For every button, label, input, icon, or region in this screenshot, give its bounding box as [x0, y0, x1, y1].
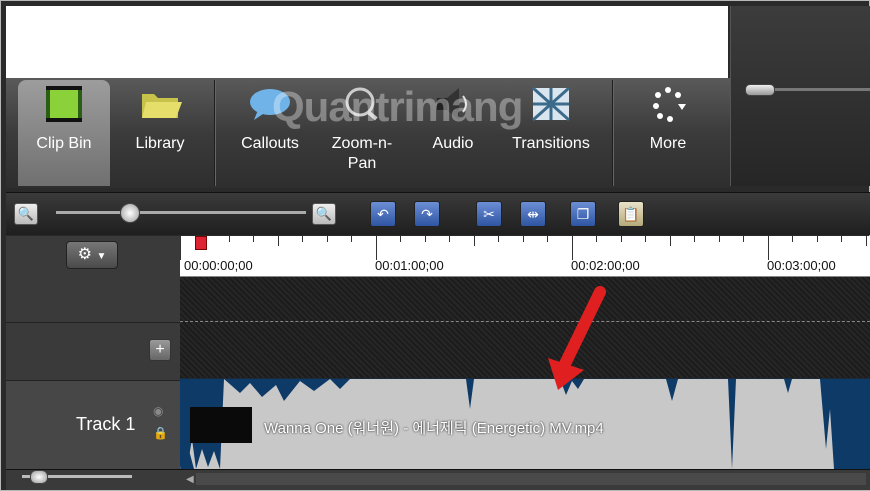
scroll-left-icon[interactable]: ◀: [186, 474, 194, 485]
properties-panel: [730, 6, 870, 186]
more-dots-icon: [653, 87, 686, 122]
paste-button[interactable]: 📋: [618, 201, 644, 227]
film-strip-icon: [46, 86, 82, 122]
playhead[interactable]: [195, 236, 207, 250]
split-button[interactable]: ⇹: [520, 201, 546, 227]
clip-thumbnail: [190, 407, 252, 443]
redo-button[interactable]: ↷: [414, 201, 440, 227]
tab-library-label: Library: [135, 135, 185, 152]
zoom-out-button[interactable]: 🔍: [14, 203, 38, 225]
ruler-label: 00:03:00;00: [767, 258, 836, 273]
preview-area: [6, 6, 728, 80]
tab-more[interactable]: More: [626, 80, 710, 186]
tab-callouts-label: Callouts: [241, 135, 299, 152]
properties-slider-knob[interactable]: [745, 84, 775, 96]
tab-clip-bin-label: Clip Bin: [36, 135, 92, 152]
zoom-in-button[interactable]: 🔍: [312, 203, 336, 225]
track-drop-guide: [180, 321, 870, 322]
add-track-button[interactable]: +: [149, 339, 171, 361]
track-name: Track 1: [76, 414, 136, 434]
toolbar-divider: [612, 80, 614, 186]
tab-more-label: More: [649, 135, 687, 152]
plus-icon: +: [155, 341, 165, 358]
track-divider: [6, 322, 180, 323]
cut-button[interactable]: ✂: [476, 201, 502, 227]
undo-button[interactable]: ↶: [370, 201, 396, 227]
timeline-zoom-slider-knob[interactable]: [120, 203, 140, 223]
tab-audio-label: Audio: [432, 135, 474, 152]
eye-icon[interactable]: ◉: [153, 404, 163, 418]
audio-video-clip[interactable]: Wanna One (워너원) - 에너제틱 (Energetic) MV.mp…: [180, 378, 870, 469]
transition-icon: [532, 86, 570, 122]
folder-icon: [142, 94, 182, 118]
copy-button[interactable]: ❐: [570, 201, 596, 227]
tab-zoom-n-pan-label: Zoom-n- Pan: [331, 135, 393, 172]
chevron-down-icon: ▼: [96, 251, 107, 262]
track-height-slider-knob[interactable]: [30, 470, 48, 484]
horizontal-scrollbar[interactable]: [196, 473, 866, 485]
toolbar-divider: [214, 80, 216, 186]
tab-clip-bin[interactable]: Clip Bin: [18, 80, 110, 186]
gear-icon: ⚙: [77, 246, 92, 263]
timeline-settings-button[interactable]: ⚙ ▼: [66, 241, 118, 269]
tab-transitions-label: Transitions: [512, 135, 590, 152]
ruler-label: 00:01:00;00: [375, 258, 444, 273]
timeline-zoom-slider-track[interactable]: [56, 211, 306, 214]
tab-library[interactable]: Library: [112, 80, 208, 186]
red-arrow-annotation: [548, 286, 606, 390]
lock-icon[interactable]: 🔒: [153, 426, 168, 440]
ruler-label: 00:00:00;00: [184, 258, 253, 273]
watermark-text: Quantrimang: [272, 83, 523, 130]
empty-track-area[interactable]: [180, 277, 870, 380]
properties-slider-track: [770, 88, 870, 91]
ruler-label: 00:02:00;00: [571, 258, 640, 273]
clip-name: Wanna One (워너원) - 에너제틱 (Energetic) MV.mp…: [264, 420, 604, 437]
